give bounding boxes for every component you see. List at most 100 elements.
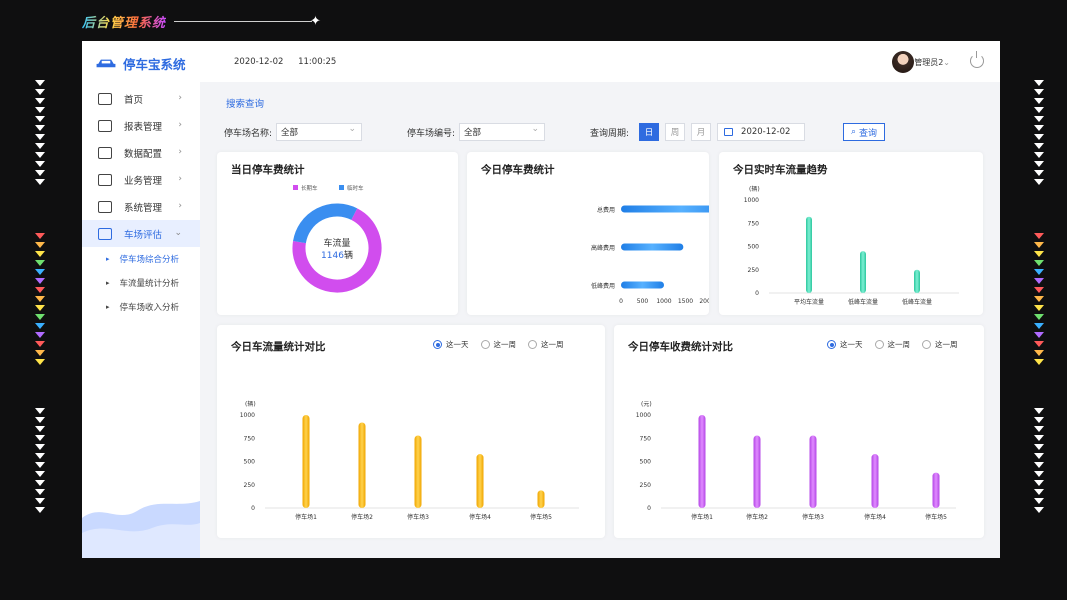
x-tick-label: 低峰车流量 <box>902 298 932 306</box>
arrow-decoration <box>1034 489 1044 495</box>
data-bar <box>476 454 484 508</box>
query-button[interactable]: ⌕ 查询 <box>843 123 885 141</box>
arrow-decoration <box>35 498 45 504</box>
arrow-decoration <box>35 107 45 113</box>
date-picker[interactable]: 2020-12-02 <box>717 123 806 141</box>
arrow-decoration <box>35 471 45 477</box>
data-bar <box>806 216 812 293</box>
donut-value-number: 1146 <box>321 251 344 261</box>
sidebar-subitem-lot-analysis[interactable]: ▸ 停车场综合分析 <box>82 247 200 271</box>
arrow-decoration <box>1034 444 1044 450</box>
x-tick-label: 停车场1 <box>691 513 713 521</box>
y-tick-label: 750 <box>748 220 760 227</box>
home-icon <box>98 92 112 105</box>
sidebar-item-evaluate[interactable]: 车场评估 ⌄ <box>82 220 200 247</box>
sparkle-icon: ✦ <box>310 13 321 29</box>
arrow-decoration <box>1034 426 1044 432</box>
legend-label: 临时车 <box>347 184 364 192</box>
sidebar-nav: 首页 › 报表管理 › 数据配置 › 业务管理 › 系统管理 › 车场评估 ⌄ … <box>82 85 200 319</box>
arrow-decoration <box>1034 287 1044 293</box>
card-realtime-trend: 今日实时车流量趋势 (辆) 1000 750 500 250 0 平均车流量 低峰车流量 低峰车… <box>719 152 983 315</box>
arrow-decoration <box>1034 417 1044 423</box>
fee-bar-chart: 总费用高峰费用低峰费用050010001500200025003000 <box>591 205 709 305</box>
sidebar-item-data-config[interactable]: 数据配置 › <box>82 139 200 166</box>
arrow-decoration <box>35 152 45 158</box>
lot-code-select[interactable]: 全部 <box>459 123 546 141</box>
evaluate-icon <box>98 227 112 240</box>
app-name: 停车宝系统 <box>123 57 186 72</box>
arrow-decoration <box>35 278 45 284</box>
period-month-button[interactable]: 月 <box>691 123 712 141</box>
search-icon: ⌕ <box>850 127 857 137</box>
y-axis-unit: (辆) <box>245 400 256 408</box>
data-bar <box>698 415 706 508</box>
x-tick-label: 1000 <box>656 298 671 305</box>
right-arrows-top <box>1034 80 1044 188</box>
date-value: 2020-12-02 <box>741 127 791 137</box>
sidebar-item-label: 业务管理 <box>124 175 163 187</box>
sidebar-item-home[interactable]: 首页 › <box>82 85 200 112</box>
power-icon[interactable] <box>970 51 984 68</box>
donut-center-value: 1146辆 <box>321 249 353 261</box>
arrow-decoration <box>1034 107 1044 113</box>
legend-label: 长期车 <box>301 184 318 192</box>
arrow-decoration <box>35 435 45 441</box>
sidebar-item-business[interactable]: 业务管理 › <box>82 166 200 193</box>
sidebar-wave-decoration <box>82 501 200 558</box>
chevron-right-icon: › <box>178 147 182 157</box>
lot-name-select[interactable]: 全部 <box>276 123 363 141</box>
period-week-button[interactable]: 周 <box>665 123 686 141</box>
x-tick-label: 1500 <box>678 298 693 305</box>
y-tick-label: 250 <box>244 482 256 489</box>
period-day-button[interactable]: 日 <box>639 123 660 141</box>
banner-divider <box>174 20 313 22</box>
report-icon <box>98 119 112 132</box>
arrow-decoration <box>35 417 45 423</box>
chevron-right-icon: › <box>178 120 182 130</box>
legend-swatch <box>293 185 298 190</box>
car-icon <box>96 59 116 68</box>
category-label: 低峰费用 <box>591 282 615 290</box>
arrow-decoration <box>1034 80 1044 86</box>
outer-banner: 后台管理系统 ✦ <box>82 10 321 32</box>
fee-bar <box>621 243 684 251</box>
sidebar-item-label: 数据配置 <box>124 148 163 160</box>
sidebar-item-label: 系统管理 <box>124 202 163 214</box>
data-bar <box>358 422 366 508</box>
arrow-decoration <box>1034 170 1044 176</box>
left-arrows-top <box>35 80 45 188</box>
sidebar-subitem-income-analysis[interactable]: ▸ 停车场收入分析 <box>82 295 200 319</box>
arrow-decoration <box>35 314 45 320</box>
y-tick-label: 1000 <box>240 412 255 419</box>
fee-bar <box>621 205 709 213</box>
y-tick-label: 500 <box>244 459 256 466</box>
lot-code-value: 全部 <box>464 128 482 138</box>
sidebar-subitem-flow-analysis[interactable]: ▸ 车流量统计分析 <box>82 271 200 295</box>
y-tick-label: 250 <box>640 482 652 489</box>
sidebar: 停车宝系统 首页 › 报表管理 › 数据配置 › 业务管理 › 系统管理 › 车… <box>82 41 200 558</box>
arrow-decoration <box>1034 134 1044 140</box>
avatar[interactable] <box>892 51 914 73</box>
sidebar-item-reports[interactable]: 报表管理 › <box>82 112 200 139</box>
arrow-decoration <box>1034 471 1044 477</box>
current-date: 2020-12-02 <box>234 56 284 67</box>
x-tick-label: 停车场1 <box>295 513 317 521</box>
app-logo[interactable]: 停车宝系统 <box>82 41 200 85</box>
x-tick-label: 平均车流量 <box>794 298 824 306</box>
user-menu[interactable]: 管理员2⌄ <box>914 57 950 68</box>
lot-name-label: 停车场名称: <box>224 128 273 139</box>
donut-chart: 长期车 临时车车流量1146辆 <box>292 184 382 293</box>
arrow-decoration <box>35 480 45 486</box>
lot-code-label: 停车场编号: <box>407 128 456 139</box>
calendar-icon <box>724 128 734 136</box>
x-tick-label: 500 <box>637 298 649 305</box>
x-tick-label: 停车场4 <box>469 513 491 521</box>
arrow-decoration <box>35 507 45 513</box>
arrow-decoration <box>35 80 45 86</box>
data-bar <box>809 435 817 508</box>
arrow-decoration <box>35 444 45 450</box>
y-tick-label: 1000 <box>744 197 759 204</box>
data-bar <box>914 269 920 293</box>
sidebar-item-system[interactable]: 系统管理 › <box>82 193 200 220</box>
income-bar-chart: (元) 1000 750 500 250 0 停车场1 停车场2 停车场3 停车场4 停车场5 <box>636 401 956 521</box>
